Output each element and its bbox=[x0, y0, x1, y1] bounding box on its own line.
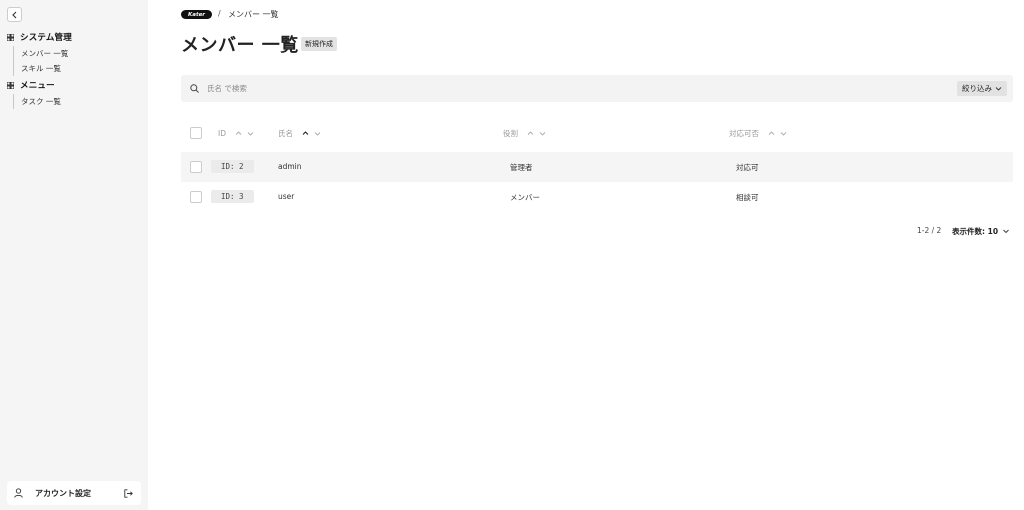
select-all-checkbox[interactable] bbox=[190, 127, 202, 139]
column-header-label: 氏名 bbox=[278, 129, 293, 138]
sidebar-item-member-list[interactable]: メンバー 一覧 bbox=[21, 46, 72, 61]
search-icon bbox=[190, 84, 199, 93]
grid-icon bbox=[7, 81, 14, 89]
sort-asc-icon[interactable] bbox=[235, 130, 242, 137]
sort-asc-icon[interactable] bbox=[768, 130, 775, 137]
cell-name: user bbox=[278, 192, 295, 201]
account-settings-label: アカウント設定 bbox=[35, 488, 91, 498]
sidebar-group-title: メニュー bbox=[20, 81, 55, 91]
chevron-left-icon bbox=[11, 11, 16, 18]
sort-desc-icon[interactable] bbox=[314, 130, 321, 137]
sort-desc-icon[interactable] bbox=[780, 130, 787, 137]
table-row[interactable]: ID: 3 user メンバー 相談可 bbox=[181, 182, 1013, 212]
cell-availability: 対応可 bbox=[736, 163, 759, 172]
column-header-label: 役割 bbox=[503, 129, 518, 138]
column-header-availability[interactable]: 対応可否 bbox=[729, 128, 792, 139]
row-checkbox[interactable] bbox=[190, 191, 202, 203]
search-input[interactable] bbox=[207, 82, 807, 95]
sort-asc-icon[interactable] bbox=[527, 130, 534, 137]
breadcrumb-separator: / bbox=[218, 9, 221, 18]
cell-role: 管理者 bbox=[510, 163, 533, 172]
cell-role: メンバー bbox=[510, 193, 540, 202]
sort-desc-icon[interactable] bbox=[539, 130, 546, 137]
sidebar-group-title: システム管理 bbox=[20, 33, 72, 43]
table-row[interactable]: ID: 2 admin 管理者 対応可 bbox=[181, 152, 1013, 182]
grid-icon bbox=[7, 33, 14, 41]
row-checkbox[interactable] bbox=[190, 161, 202, 173]
sort-asc-icon[interactable] bbox=[302, 130, 309, 137]
cell-availability: 相談可 bbox=[736, 193, 759, 202]
user-icon bbox=[14, 488, 23, 498]
pagination-range: 1-2 / 2 bbox=[917, 226, 942, 235]
sidebar: システム管理 メンバー 一覧 スキル 一覧 メニュー タスク 一覧 アカウント設… bbox=[0, 0, 148, 510]
breadcrumb-current: メンバー 一覧 bbox=[228, 10, 279, 19]
app-logo[interactable]: Kater bbox=[181, 10, 212, 19]
new-member-button[interactable]: 新規作成 bbox=[301, 37, 337, 51]
sidebar-collapse-button[interactable] bbox=[7, 7, 22, 22]
column-header-label: 対応可否 bbox=[729, 129, 759, 138]
sidebar-item-task-list[interactable]: タスク 一覧 bbox=[21, 94, 61, 109]
column-header-label: ID bbox=[218, 129, 226, 138]
page-size-select[interactable]: 表示件数: 10 bbox=[952, 226, 998, 237]
chevron-down-icon[interactable] bbox=[1002, 227, 1010, 235]
column-header-role[interactable]: 役割 bbox=[503, 128, 551, 139]
sidebar-group-menu: メニュー タスク 一覧 bbox=[7, 79, 61, 109]
search-bar: 絞り込み bbox=[181, 75, 1013, 102]
column-header-name[interactable]: 氏名 bbox=[278, 128, 326, 139]
filter-button[interactable]: 絞り込み bbox=[957, 81, 1007, 96]
sidebar-group-system: システム管理 メンバー 一覧 スキル 一覧 bbox=[7, 31, 72, 76]
cell-name: admin bbox=[278, 162, 302, 171]
chevron-down-icon bbox=[995, 87, 1002, 91]
page-title: メンバー 一覧 bbox=[181, 35, 299, 56]
sidebar-item-skill-list[interactable]: スキル 一覧 bbox=[21, 61, 72, 76]
account-settings[interactable]: アカウント設定 bbox=[7, 481, 141, 505]
logout-icon[interactable] bbox=[124, 489, 133, 498]
column-header-id[interactable]: ID bbox=[218, 128, 259, 139]
id-badge: ID: 2 bbox=[211, 160, 254, 173]
sort-desc-icon[interactable] bbox=[247, 130, 254, 137]
filter-label: 絞り込み bbox=[962, 84, 992, 93]
id-badge: ID: 3 bbox=[211, 190, 254, 203]
